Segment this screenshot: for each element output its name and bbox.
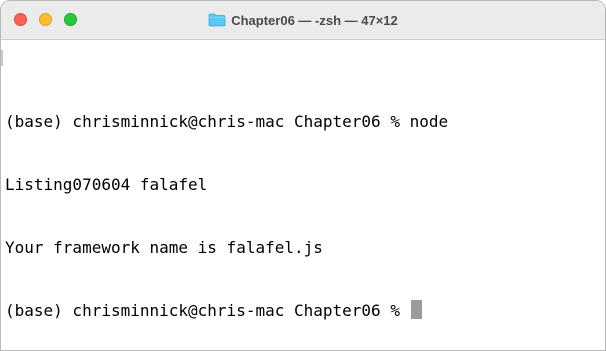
folder-icon [208,13,226,27]
terminal-prompt: (base) chrisminnick@chris-mac Chapter06 … [5,301,410,320]
terminal-line-1: (base) chrisminnick@chris-mac Chapter06 … [5,112,449,131]
window-title-container: Chapter06 — -zsh — 47×12 [1,1,605,39]
text-cursor [410,300,422,319]
terminal-line-3: Your framework name is falafel.js [5,238,323,257]
window-title: Chapter06 — -zsh — 47×12 [231,12,398,28]
title-bar[interactable]: Chapter06 — -zsh — 47×12 [1,1,605,40]
scroll-indicator [1,50,3,66]
terminal-prompt-line[interactable]: (base) chrisminnick@chris-mac Chapter06 … [5,300,605,321]
terminal-line-2: Listing070604 falafel [5,175,208,194]
terminal-window: Chapter06 — -zsh — 47×12 (base) chrismin… [0,0,606,351]
terminal-content[interactable]: (base) chrisminnick@chris-mac Chapter06 … [1,40,605,350]
